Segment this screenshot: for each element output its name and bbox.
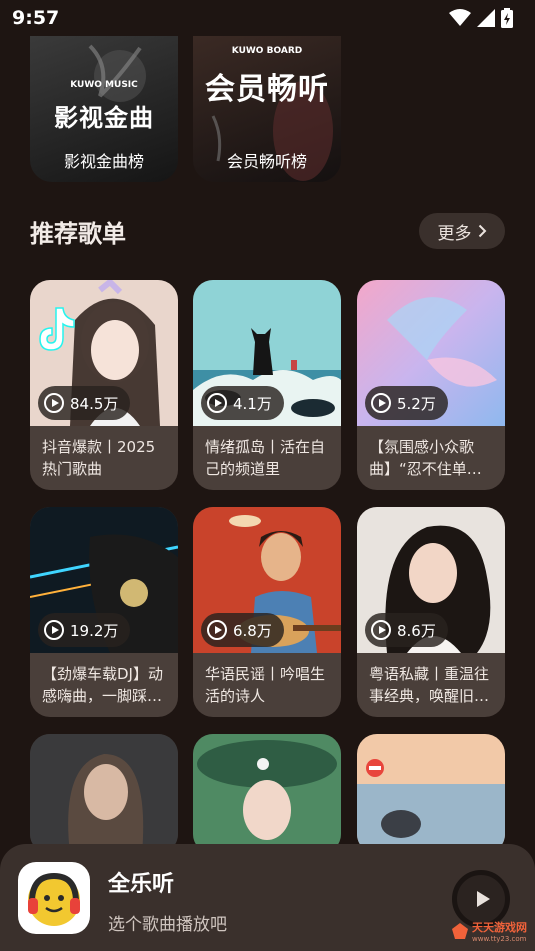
playlist-card[interactable]: 84.5万 抖音爆款丨2025热门歌曲 [30, 280, 178, 490]
watermark-logo-icon [452, 923, 468, 939]
cover-art [193, 734, 341, 854]
play-count-text: 84.5万 [70, 394, 119, 413]
tiktok-logo-icon [39, 307, 75, 351]
playlist-title: 粤语私藏丨重温往事经典，唤醒旧时光 [369, 665, 490, 705]
watermark-url: www.tty23.com [472, 935, 527, 943]
play-count: 84.5万 [38, 386, 131, 420]
watermark-text: 天天游戏网 [472, 921, 527, 934]
playlist-card[interactable]: 4.1万 情绪孤岛丨活在自己的频道里 [193, 280, 341, 490]
chart-card-vip[interactable]: KUWO BOARD 会员畅听 会员畅听榜 [193, 36, 341, 182]
battery-icon [501, 8, 513, 28]
chart-cover-title: 影视金曲 [54, 104, 154, 132]
status-bar: 9:57 [0, 0, 535, 36]
player-subtitle: 选个歌曲播放吧 [108, 915, 227, 935]
play-count-text: 4.1万 [233, 394, 272, 413]
watermark: 天天游戏网 www.tty23.com [452, 919, 527, 943]
play-count-text: 5.2万 [397, 394, 436, 413]
more-label: 更多 [437, 223, 472, 244]
play-count: 8.6万 [365, 613, 448, 647]
playlist-card[interactable] [357, 734, 505, 854]
playlist-title: 华语民谣丨吟唱生活的诗人 [205, 665, 326, 705]
play-icon [371, 393, 391, 413]
play-count-text: 6.8万 [233, 621, 272, 640]
more-button[interactable]: 更多 [419, 213, 505, 249]
wifi-icon [449, 9, 471, 26]
player-title: 全乐听 [108, 872, 175, 897]
play-count: 5.2万 [365, 386, 448, 420]
play-count: 4.1万 [201, 386, 284, 420]
chart-card-film-hits[interactable]: KUWO MUSIC 影视金曲 影视金曲榜 [30, 36, 178, 182]
play-count-text: 8.6万 [397, 621, 436, 640]
playlist-card[interactable] [193, 734, 341, 854]
player-album-art [18, 862, 90, 934]
headphones-icon [28, 872, 80, 926]
play-icon [44, 620, 64, 640]
playlist-card[interactable]: 8.6万 粤语私藏丨重温往事经典，唤醒旧时光 [357, 507, 505, 717]
cover-art [30, 734, 178, 854]
play-count: 6.8万 [201, 613, 284, 647]
playlist-title: 抖音爆款丨2025热门歌曲 [42, 438, 156, 478]
playlist-title: 【氛围感小众歌曲】“忍不住单曲循环” [369, 438, 482, 478]
status-time: 9:57 [12, 7, 60, 29]
mini-player[interactable]: 全乐听 选个歌曲播放吧 天天游戏网 www.tty23.com [0, 844, 535, 951]
play-count: 19.2万 [38, 613, 131, 647]
chart-caption: 影视金曲榜 [63, 152, 144, 171]
play-icon [207, 393, 227, 413]
status-icons [449, 8, 513, 28]
play-icon [207, 620, 227, 640]
section-title: 推荐歌单 [30, 220, 126, 248]
chart-brand: KUWO MUSIC [70, 80, 138, 90]
playlist-card[interactable] [30, 734, 178, 854]
playlist-card[interactable]: 6.8万 华语民谣丨吟唱生活的诗人 [193, 507, 341, 717]
cover-art [357, 734, 505, 854]
play-icon [44, 393, 64, 413]
chart-brand: KUWO BOARD [231, 46, 303, 56]
chart-cover-title: 会员畅听 [205, 72, 329, 107]
play-icon [371, 620, 391, 640]
playlist-title: 情绪孤岛丨活在自己的频道里 [205, 438, 326, 478]
chevron-right-icon [478, 224, 486, 238]
playlist-title: 【劲爆车载DJ】动感嗨曲，一脚踩油门 [42, 665, 163, 705]
playlist-card[interactable]: 19.2万 【劲爆车载DJ】动感嗨曲，一脚踩油门 [30, 507, 178, 717]
play-count-text: 19.2万 [70, 621, 119, 640]
chart-caption: 会员畅听榜 [226, 152, 307, 171]
playlist-card[interactable]: 5.2万 【氛围感小众歌曲】“忍不住单曲循环” [357, 280, 505, 490]
signal-icon [477, 9, 495, 27]
